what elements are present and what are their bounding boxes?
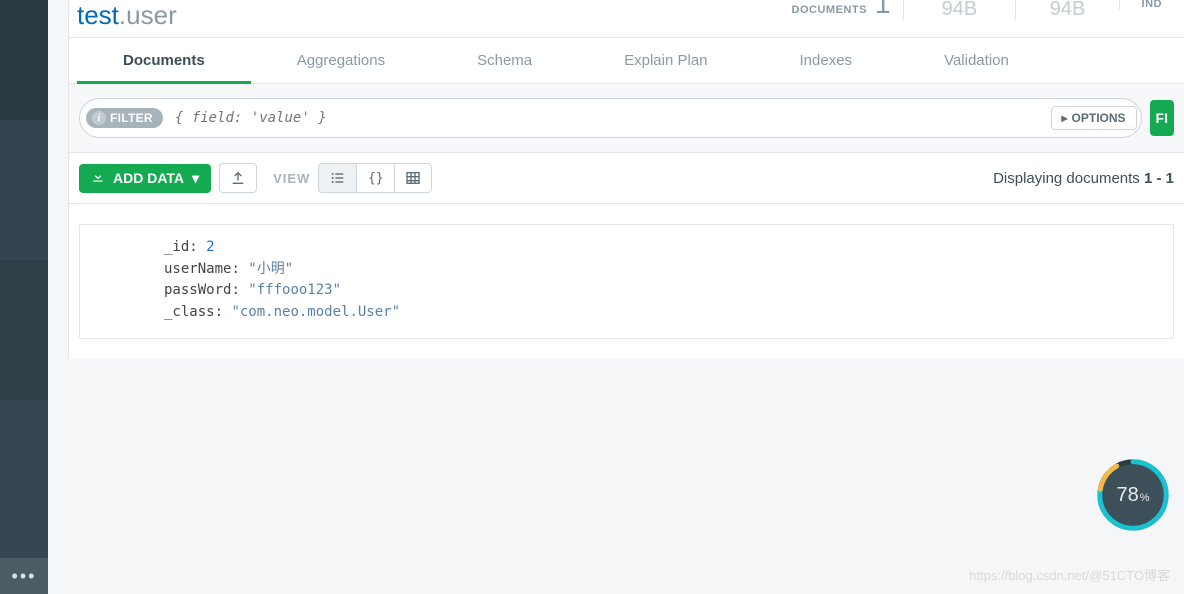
document-card[interactable]: _id: 2 userName: "小明" passWord: "fffooo1…: [79, 224, 1174, 339]
tab-aggregations[interactable]: Aggregations: [251, 38, 431, 83]
collection-header: test.user DOCUMENTS 1 TOTAL SIZE 94B AVG…: [69, 0, 1184, 38]
query-bar: i FILTER ▸ OPTIONS FI: [69, 84, 1184, 153]
progress-widget[interactable]: 78%: [1094, 456, 1172, 534]
collection-stats: DOCUMENTS 1 TOTAL SIZE 94B AVG. SIZE 94B…: [792, 0, 1184, 21]
download-icon: [91, 170, 105, 187]
view-json-button[interactable]: {}: [356, 163, 394, 193]
add-data-button[interactable]: ADD DATA ▾: [79, 164, 211, 193]
field-row: _id: 2: [164, 237, 1163, 259]
field-row: passWord: "fffooo123": [164, 280, 1163, 302]
options-label: OPTIONS: [1072, 111, 1126, 125]
field-row: _class: "com.neo.model.User": [164, 302, 1163, 324]
stat-value: 94B: [1038, 0, 1096, 21]
database-name: test: [77, 0, 119, 30]
sidebar-section[interactable]: [0, 120, 48, 260]
stat-total-size: TOTAL SIZE 94B: [903, 0, 1016, 21]
braces-icon: {}: [368, 171, 384, 186]
sidebar-more-button[interactable]: •••: [0, 558, 48, 594]
view-label: VIEW: [273, 171, 310, 186]
stat-label: IND: [1142, 0, 1162, 10]
tab-explain-plan[interactable]: Explain Plan: [578, 38, 753, 83]
caret-down-icon: ▾: [192, 170, 199, 187]
filter-pill: i FILTER ▸ OPTIONS: [79, 98, 1142, 138]
info-icon: i: [92, 111, 106, 125]
sidebar-section[interactable]: [0, 260, 48, 400]
filter-input[interactable]: [163, 110, 1051, 126]
tab-schema[interactable]: Schema: [431, 38, 578, 83]
documents-area: _id: 2 userName: "小明" passWord: "fffooo1…: [69, 204, 1184, 359]
collection-tabs: Documents Aggregations Schema Explain Pl…: [69, 38, 1184, 84]
left-sidebar: •••: [0, 0, 48, 594]
tab-documents[interactable]: Documents: [77, 38, 251, 83]
namespace-title: test.user: [77, 0, 177, 37]
view-mode-group: {}: [318, 163, 432, 193]
collection-name: .user: [119, 0, 177, 30]
stat-avg-size: AVG. SIZE 94B: [1015, 0, 1118, 21]
stat-value: 1: [875, 0, 891, 20]
filter-toggle[interactable]: i FILTER: [86, 108, 163, 128]
list-icon: [330, 170, 346, 186]
progress-percent: 78%: [1094, 456, 1172, 534]
tab-validation[interactable]: Validation: [898, 38, 1055, 83]
stat-indexes: IND: [1119, 0, 1184, 10]
documents-toolbar: ADD DATA ▾ VIEW {} Displaying docu: [69, 153, 1184, 204]
sidebar-section: [0, 400, 48, 558]
display-count: Displaying documents 1 - 1: [993, 170, 1174, 187]
sidebar-section[interactable]: [0, 0, 48, 120]
field-row: userName: "小明": [164, 259, 1163, 281]
watermark: https://blog.csdn.net/@51CTO博客: [969, 565, 1170, 584]
stat-value: 94B: [926, 0, 994, 21]
view-table-button[interactable]: [394, 163, 432, 193]
import-button[interactable]: [219, 163, 257, 193]
stat-label: DOCUMENTS: [792, 4, 867, 16]
options-button[interactable]: ▸ OPTIONS: [1051, 106, 1137, 130]
caret-right-icon: ▸: [1062, 111, 1068, 125]
view-list-button[interactable]: [318, 163, 356, 193]
find-button[interactable]: FI: [1150, 100, 1174, 136]
tab-indexes[interactable]: Indexes: [754, 38, 899, 83]
stat-documents: DOCUMENTS 1: [792, 0, 903, 20]
filter-label: FILTER: [110, 111, 153, 125]
table-icon: [405, 170, 421, 186]
add-data-label: ADD DATA: [113, 170, 184, 186]
